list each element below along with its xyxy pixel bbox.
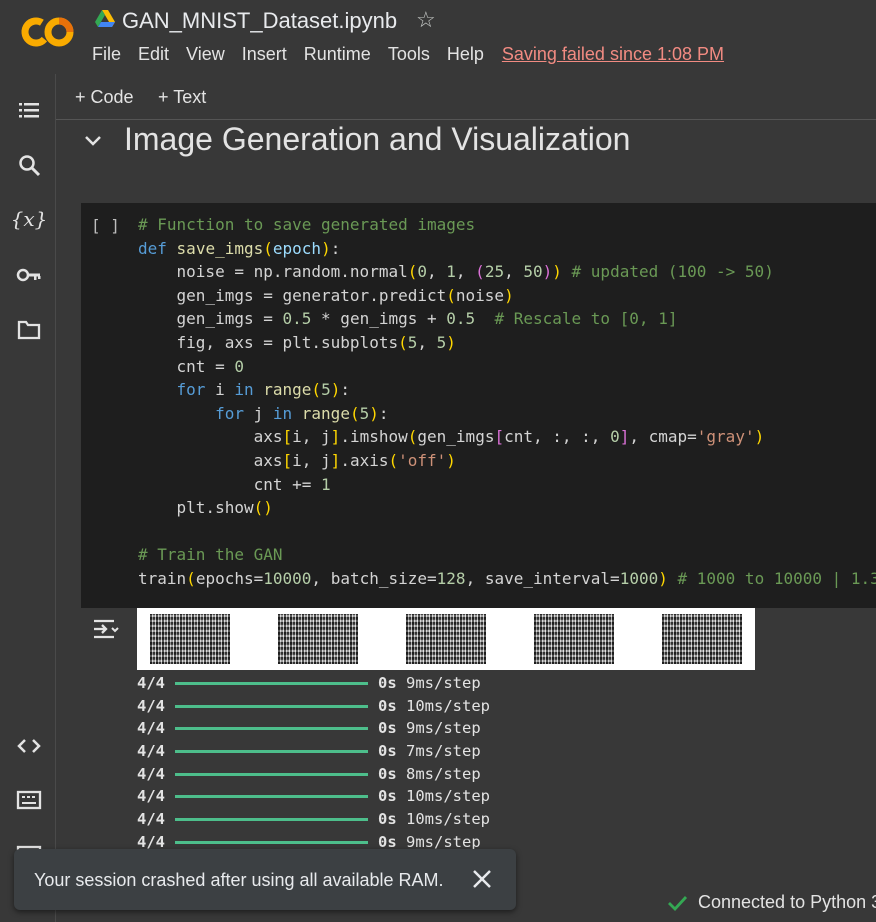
left-rail: {x} bbox=[0, 74, 56, 922]
variables-icon[interactable]: {x} bbox=[11, 204, 48, 234]
chevron-down-icon[interactable] bbox=[82, 130, 104, 152]
menu-view[interactable]: View bbox=[186, 44, 225, 65]
add-code-button[interactable]: + Code bbox=[75, 87, 134, 108]
toc-icon[interactable] bbox=[14, 95, 44, 125]
progress-bar bbox=[175, 840, 368, 844]
key-icon[interactable] bbox=[14, 260, 44, 290]
code-line: cnt = 0 bbox=[138, 356, 244, 376]
command-palette-icon[interactable] bbox=[14, 785, 44, 815]
log-row: 4/4 0s 10ms/step bbox=[137, 810, 490, 829]
code-line: fig, axs = plt.subplots(5, 5) bbox=[138, 332, 456, 352]
progress-bar bbox=[175, 704, 368, 708]
code-line: cnt += 1 bbox=[138, 474, 331, 494]
progress-bar bbox=[175, 749, 368, 753]
progress-bar bbox=[175, 795, 368, 799]
header: GAN_MNIST_Dataset.ipynb ☆ File Edit View… bbox=[0, 0, 876, 74]
code-line: for i in range(5): bbox=[176, 380, 350, 400]
code-editor[interactable]: # Function to save generated images def s… bbox=[138, 213, 876, 591]
code-line: axs[i, j].axis('off') bbox=[138, 450, 456, 470]
menu-help[interactable]: Help bbox=[447, 44, 484, 65]
generated-image bbox=[406, 614, 486, 664]
code-line: # Train the GAN bbox=[138, 545, 283, 565]
close-icon[interactable] bbox=[469, 866, 495, 892]
run-cell-button[interactable]: [ ] bbox=[91, 216, 120, 235]
log-row: 4/4 0s 9ms/step bbox=[137, 719, 481, 738]
add-text-button[interactable]: + Text bbox=[158, 87, 206, 108]
notebook-title[interactable]: GAN_MNIST_Dataset.ipynb bbox=[122, 8, 397, 34]
generated-image bbox=[150, 614, 230, 664]
code-line: train(epochs=10000, batch_size=128, save… bbox=[138, 568, 876, 588]
code-line: gen_imgs = 0.5 * gen_imgs + 0.5 # Rescal… bbox=[138, 309, 678, 329]
generated-images-output bbox=[137, 608, 755, 670]
menu-edit[interactable]: Edit bbox=[138, 44, 169, 65]
code-line: def save_imgs(epoch): bbox=[138, 238, 341, 258]
check-icon bbox=[668, 896, 688, 912]
google-drive-icon bbox=[95, 10, 115, 27]
code-line: for j in range(5): bbox=[215, 403, 389, 423]
output-actions-icon[interactable] bbox=[92, 617, 120, 641]
status-text: Connected to Python 3 bbox=[698, 892, 876, 912]
menu-runtime[interactable]: Runtime bbox=[304, 44, 371, 65]
toast-message: Your session crashed after using all ava… bbox=[34, 870, 444, 890]
training-log: 4/4 0s 9ms/step 4/4 0s 10ms/step 4/4 0s 9ms/st… bbox=[137, 672, 490, 854]
save-status-link[interactable]: Saving failed since 1:08 PM bbox=[502, 44, 724, 65]
log-row: 4/4 0s 10ms/step bbox=[137, 696, 490, 715]
code-line: gen_imgs = generator.predict(noise) bbox=[138, 285, 514, 305]
menu-bar: File Edit View Insert Runtime Tools Help… bbox=[92, 44, 741, 65]
generated-image bbox=[534, 614, 614, 664]
code-line: axs[i, j].imshow(gen_imgs[cnt, :, :, 0],… bbox=[138, 427, 765, 447]
section-heading: Image Generation and Visualization bbox=[124, 121, 631, 157]
code-line: plt.show() bbox=[138, 498, 273, 518]
star-icon[interactable]: ☆ bbox=[416, 7, 436, 33]
folder-icon[interactable] bbox=[14, 315, 44, 345]
progress-bar bbox=[175, 727, 368, 731]
menu-tools[interactable]: Tools bbox=[388, 44, 430, 65]
code-line: # Function to save generated images bbox=[138, 215, 476, 234]
search-icon[interactable] bbox=[14, 150, 44, 180]
connection-status[interactable]: Connected to Python 3 bbox=[516, 885, 876, 922]
session-crash-toast: Your session crashed after using all ava… bbox=[14, 849, 516, 910]
code-snippets-icon[interactable] bbox=[14, 731, 44, 761]
log-row: 4/4 0s 10ms/step bbox=[137, 787, 490, 806]
code-line: noise = np.random.normal(0, 1, (25, 50))… bbox=[138, 262, 774, 282]
log-row: 4/4 0s 9ms/step bbox=[137, 674, 481, 692]
notebook-toolbar: + Code + Text bbox=[56, 74, 876, 120]
progress-bar bbox=[175, 681, 368, 685]
progress-bar bbox=[175, 772, 368, 776]
menu-insert[interactable]: Insert bbox=[242, 44, 287, 65]
generated-image bbox=[278, 614, 358, 664]
log-row: 4/4 0s 8ms/step bbox=[137, 764, 481, 783]
generated-image bbox=[662, 614, 742, 664]
colab-logo[interactable] bbox=[20, 14, 76, 50]
progress-bar bbox=[175, 817, 368, 821]
menu-file[interactable]: File bbox=[92, 44, 121, 65]
log-row: 4/4 0s 7ms/step bbox=[137, 742, 481, 761]
